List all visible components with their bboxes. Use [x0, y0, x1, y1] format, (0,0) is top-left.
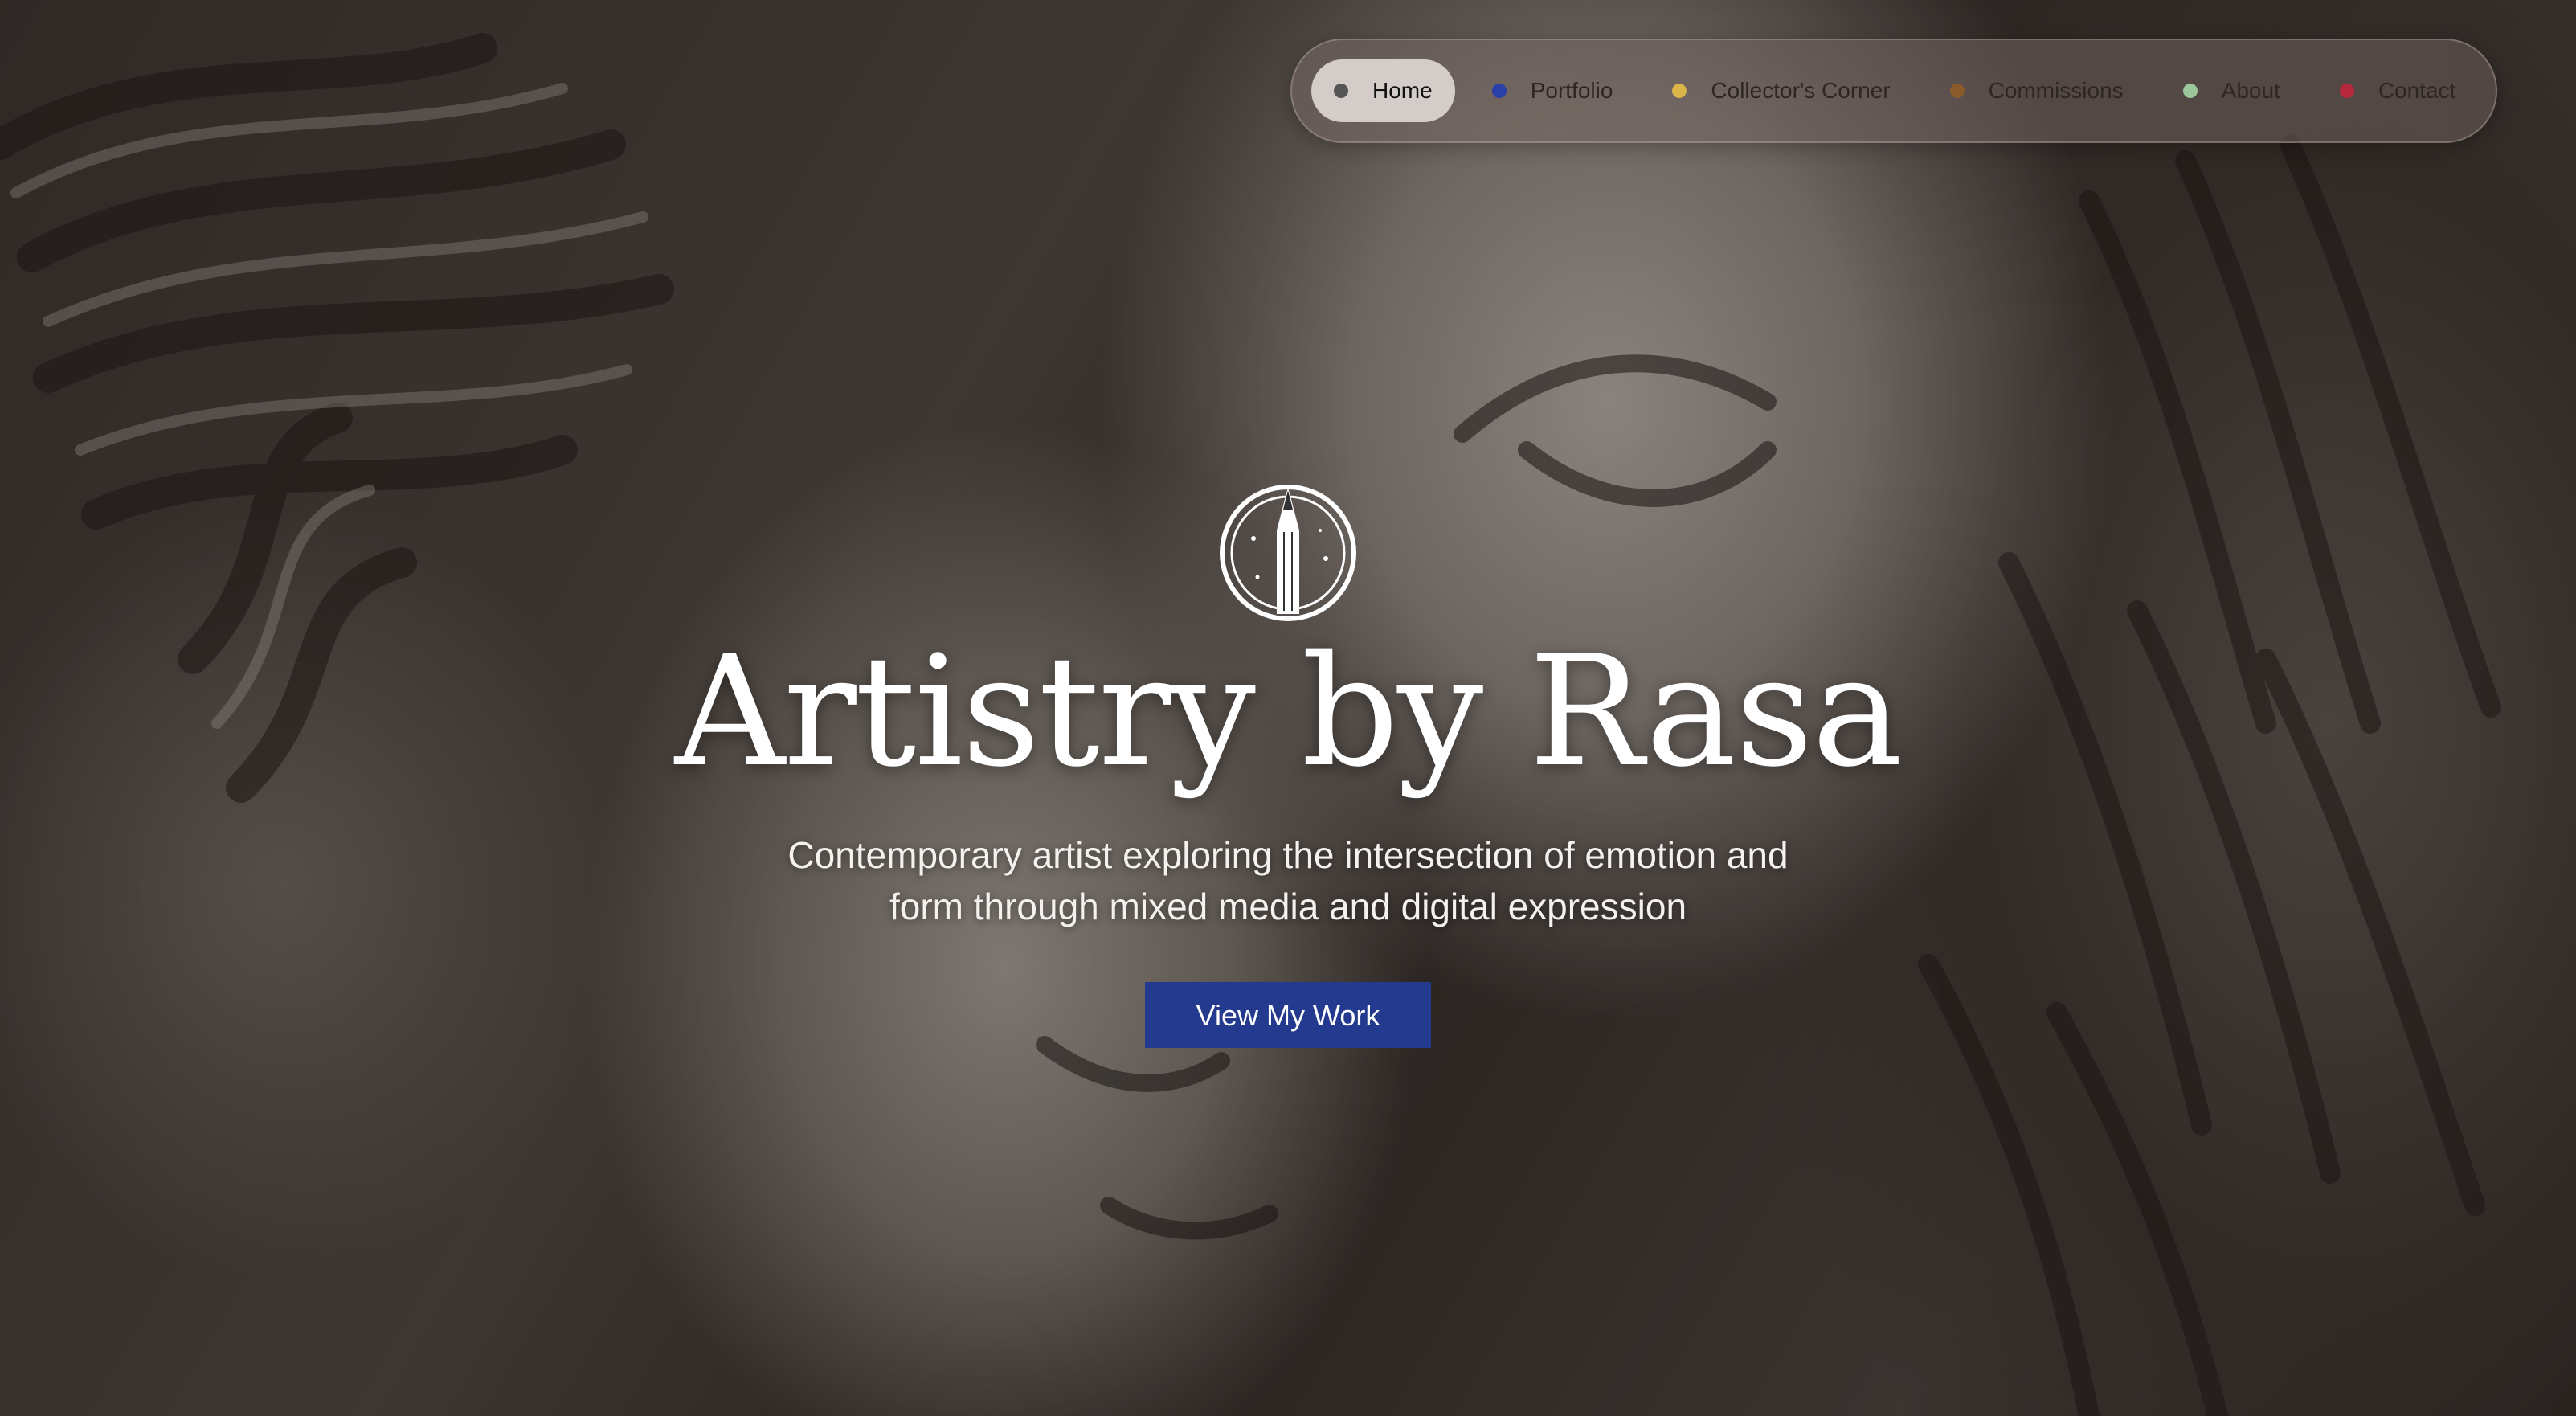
- nav-item-home[interactable]: Home: [1311, 59, 1455, 122]
- nav-item-label: About: [2221, 78, 2280, 103]
- nav-item-commissions[interactable]: Commissions: [1928, 59, 2146, 122]
- nav-item-label: Contact: [2378, 78, 2456, 103]
- nav-dot-icon: [1334, 84, 1348, 98]
- view-my-work-button[interactable]: View My Work: [1145, 981, 1431, 1048]
- nav-item-contact[interactable]: Contact: [2317, 59, 2479, 122]
- pencil-emblem-icon: [1220, 485, 1356, 621]
- nav-item-label: Home: [1372, 78, 1433, 103]
- hero-subtitle: Contemporary artist exploring the inters…: [787, 833, 1789, 927]
- nav-item-label: Commissions: [1988, 78, 2124, 103]
- page: Home Portfolio Collector's Corner Commis…: [0, 0, 2576, 1416]
- nav-item-portfolio[interactable]: Portfolio: [1470, 59, 1636, 122]
- nav-item-label: Portfolio: [1530, 78, 1613, 103]
- main-navigation: Home Portfolio Collector's Corner Commis…: [1290, 39, 2497, 143]
- hero-section: Artistry by Rasa Contemporary artist exp…: [0, 482, 2576, 1048]
- nav-item-label: Collector's Corner: [1711, 78, 1891, 103]
- nav-dot-icon: [1491, 84, 1507, 98]
- nav-dot-icon: [2182, 84, 2198, 98]
- nav-item-about[interactable]: About: [2161, 59, 2303, 122]
- nav-item-collectors-corner[interactable]: Collector's Corner: [1650, 59, 1912, 122]
- nav-dot-icon: [1672, 84, 1687, 98]
- nav-dot-icon: [1949, 84, 1965, 98]
- page-title: Artistry by Rasa: [674, 623, 1903, 800]
- nav-dot-icon: [2339, 84, 2354, 98]
